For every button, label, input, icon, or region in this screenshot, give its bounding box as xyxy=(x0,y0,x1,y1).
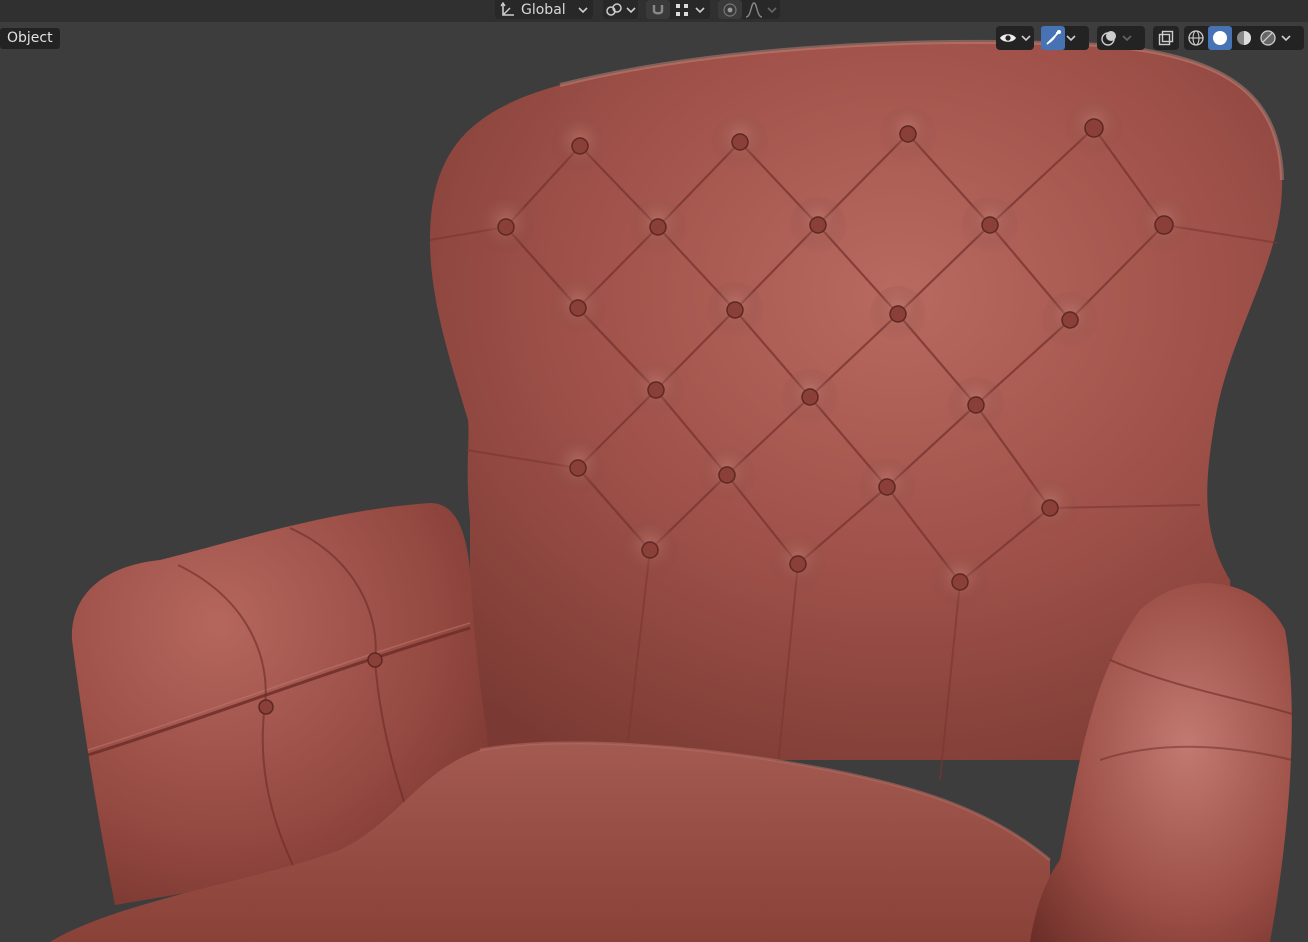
chevron-down-icon xyxy=(577,0,589,19)
chevron-down-icon xyxy=(694,0,706,19)
falloff-curve-icon[interactable] xyxy=(742,0,766,19)
overlay-icon[interactable] xyxy=(1097,26,1121,50)
wireframe-shading-icon[interactable] xyxy=(1184,26,1208,50)
3d-viewport[interactable]: Global Object xyxy=(0,0,1308,942)
gizmo-icon[interactable] xyxy=(1041,26,1065,50)
proportional-edit-icon[interactable] xyxy=(718,0,742,19)
magnet-icon[interactable] xyxy=(646,0,670,19)
object-visibility-dropdown[interactable] xyxy=(996,26,1034,50)
shading-modes-group[interactable] xyxy=(1184,26,1304,50)
proportional-editing-group[interactable] xyxy=(718,0,780,19)
chevron-down-icon xyxy=(1280,29,1292,48)
chevron-down-icon xyxy=(1020,29,1032,48)
chevron-down-icon xyxy=(766,0,778,19)
overlays-group[interactable] xyxy=(1097,26,1145,50)
solid-shading-icon[interactable] xyxy=(1208,26,1232,50)
gizmo-group[interactable] xyxy=(1041,26,1089,50)
xray-icon xyxy=(1153,26,1179,50)
object-mode-label[interactable]: Object xyxy=(0,28,60,49)
xray-toggle[interactable] xyxy=(1153,26,1179,50)
transform-orientation-dropdown[interactable]: Global xyxy=(495,0,593,19)
material-preview-shading-icon[interactable] xyxy=(1232,26,1256,50)
chevron-down-icon xyxy=(1121,29,1133,48)
snap-grid-icon[interactable] xyxy=(670,0,694,19)
pivot-point-dropdown[interactable] xyxy=(603,0,638,19)
snapping-group[interactable] xyxy=(646,0,710,19)
chevron-down-icon xyxy=(1065,29,1077,48)
orientation-axes-icon xyxy=(495,0,521,19)
chevron-down-icon xyxy=(625,0,637,19)
eye-icon xyxy=(996,26,1020,50)
armchair-model[interactable] xyxy=(0,0,1308,942)
orientation-label: Global xyxy=(521,1,566,18)
rendered-shading-icon[interactable] xyxy=(1256,26,1280,50)
pivot-link-icon xyxy=(603,0,625,19)
